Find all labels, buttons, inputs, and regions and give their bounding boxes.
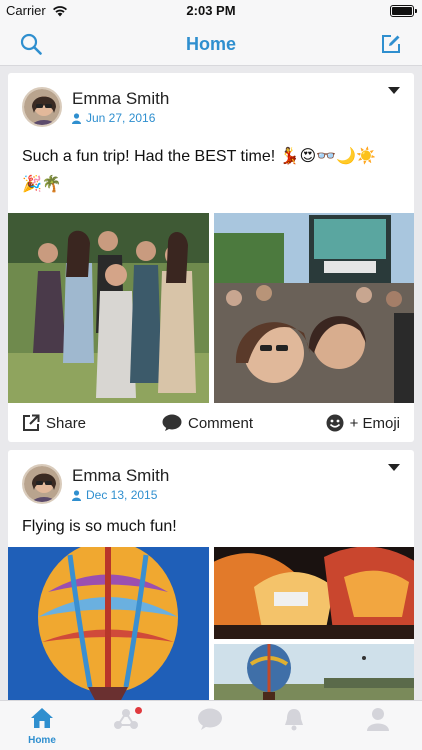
post-date-label: Dec 13, 2015: [86, 488, 158, 502]
post-date: Dec 13, 2015: [72, 488, 169, 502]
page-title: Home: [185, 34, 236, 54]
concert-crowd-photo[interactable]: [214, 213, 414, 403]
home-icon: [31, 708, 53, 728]
post-text-main: Such a fun trip! Had the BEST time!: [22, 148, 280, 165]
compose-icon: [382, 35, 400, 53]
tab-home-label: Home: [28, 735, 56, 746]
user-icon: [367, 708, 389, 731]
add-emoji-label: + Emoji: [349, 414, 400, 432]
status-bar: Carrier 2:03 PM: [0, 0, 422, 22]
photo-grid: [8, 213, 414, 403]
post-emojis: 💃😍👓🌙☀️: [279, 148, 376, 165]
add-emoji-button[interactable]: + Emoji: [326, 414, 400, 432]
glowing-balloons-photo[interactable]: [214, 547, 414, 639]
share-icon: [23, 414, 40, 431]
avatar[interactable]: [22, 87, 62, 127]
post-options-chevron-icon[interactable]: [388, 464, 400, 471]
hot-air-balloon-sky-photo[interactable]: [8, 547, 209, 700]
tab-messages[interactable]: [180, 707, 240, 736]
comment-label: Comment: [188, 414, 254, 432]
share-button[interactable]: Share: [22, 414, 86, 432]
feed[interactable]: Emma Smith Jun 27, 2016 Such a fun trip!…: [0, 66, 422, 700]
comment-icon: [162, 414, 182, 431]
post-header: Emma Smith Jun 27, 2016: [22, 87, 169, 127]
tab-network[interactable]: [96, 707, 156, 736]
post-date-label: Jun 27, 2016: [86, 111, 156, 125]
photo-grid: [8, 547, 414, 700]
post-options-chevron-icon[interactable]: [388, 87, 400, 94]
smiley-icon: [326, 414, 344, 432]
tab-notifications[interactable]: [264, 707, 324, 736]
post-header: Emma Smith Dec 13, 2015: [22, 464, 169, 504]
person-icon: [72, 489, 81, 501]
notification-badge: [135, 707, 142, 714]
post-date: Jun 27, 2016: [72, 111, 169, 125]
post-emojis-line2: 🎉🌴: [22, 176, 62, 193]
post-card: Emma Smith Dec 13, 2015 Flying is so muc…: [8, 450, 414, 700]
clock: 2:03 PM: [186, 3, 236, 18]
post-text-main: Flying is so much fun!: [22, 518, 177, 535]
bell-icon: [285, 709, 303, 731]
post-actions: Share Comment + Emoji: [8, 409, 414, 437]
person-icon: [72, 112, 81, 124]
friends-outdoor-photo[interactable]: [8, 213, 209, 403]
tab-home[interactable]: Home: [12, 707, 72, 746]
author-name[interactable]: Emma Smith: [72, 466, 169, 486]
navigation-bar: Home: [0, 22, 422, 66]
avatar[interactable]: [22, 464, 62, 504]
post-text: Flying is so much fun!: [22, 513, 402, 541]
compose-button[interactable]: [378, 31, 404, 57]
tab-profile[interactable]: [348, 707, 408, 736]
battery-icon: [390, 5, 417, 17]
tab-bar: Home: [0, 700, 422, 750]
chat-bubble-icon: [198, 708, 222, 730]
share-label: Share: [46, 414, 87, 432]
author-name[interactable]: Emma Smith: [72, 89, 169, 109]
post-card: Emma Smith Jun 27, 2016 Such a fun trip!…: [8, 73, 414, 442]
comment-button[interactable]: Comment: [162, 414, 253, 432]
post-text: Such a fun trip! Had the BEST time! 💃😍👓🌙…: [22, 143, 402, 199]
balloon-landscape-photo[interactable]: [214, 644, 414, 700]
